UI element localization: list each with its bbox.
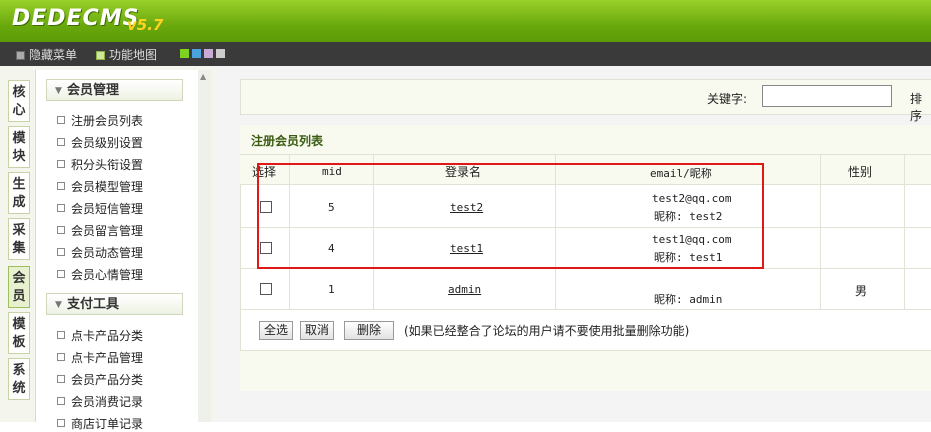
list-title: 注册会员列表 (251, 134, 324, 148)
skin-green-button[interactable] (180, 49, 189, 58)
bullet-icon (57, 182, 65, 190)
highlight-box (257, 163, 764, 269)
group-pay-tools[interactable]: ▼ 支付工具 (46, 293, 183, 315)
nav-item-label: 会员模型管理 (71, 180, 144, 194)
row-checkbox[interactable] (260, 283, 272, 295)
side-tab[interactable]: 会员 (8, 266, 30, 308)
delete-button[interactable]: 删除 (344, 321, 395, 340)
row-login-link[interactable]: admin (448, 283, 481, 296)
nav-item-label: 会员消费记录 (71, 395, 144, 409)
nav-item[interactable]: 会员产品分类 (57, 371, 143, 388)
bullet-icon (57, 397, 65, 405)
nav-item-label: 会员心情管理 (71, 268, 144, 282)
row-gender: 男 (855, 284, 868, 298)
nav-item[interactable]: 会员留言管理 (57, 222, 143, 239)
row-nick: 昵称: admin (654, 293, 723, 306)
nav-item[interactable]: 会员短信管理 (57, 200, 143, 217)
side-tab[interactable]: 模块 (8, 126, 30, 168)
nav-item-label: 商店订单记录 (71, 417, 144, 431)
sort-label: 排序 (910, 92, 923, 123)
bullet-icon (57, 204, 65, 212)
nav-item[interactable]: 会员消费记录 (57, 393, 143, 410)
col-divider (904, 155, 905, 310)
nav-item[interactable]: 注册会员列表 (57, 112, 143, 129)
bullet-icon (57, 353, 65, 361)
nav-item-label: 会员留言管理 (71, 224, 144, 238)
function-map-button[interactable]: 功能地图 (96, 46, 157, 63)
list-title-bar: 注册会员列表 (240, 125, 931, 155)
nav-item-label: 点卡产品管理 (71, 351, 144, 365)
nav-item[interactable]: 会员模型管理 (57, 178, 143, 195)
col-divider (820, 155, 821, 310)
select-all-button[interactable]: 全选 (259, 321, 294, 340)
panel-icon (16, 51, 25, 60)
top-header: DEDECMS v5.7 (0, 0, 931, 42)
col-gender: 性别 (848, 165, 873, 179)
left-menu-panel: ▼ 会员管理 注册会员列表 会员级别设置 积分头衔设置 会员模型管理 会员短信管理 会员留… (35, 70, 198, 431)
chevron-down-icon: ▼ (55, 86, 62, 96)
side-tab[interactable]: 系统 (8, 358, 30, 400)
hide-menu-button[interactable]: 隐藏菜单 (16, 46, 77, 63)
nav-item[interactable]: 点卡产品分类 (57, 327, 143, 344)
side-tab[interactable]: 核心 (8, 80, 30, 122)
list-footer (240, 350, 931, 391)
grid-icon (96, 51, 105, 60)
bullet-icon (57, 419, 65, 427)
bullet-icon (57, 248, 65, 256)
function-map-label: 功能地图 (109, 48, 158, 62)
skin-purple-button[interactable] (204, 49, 213, 58)
skin-gray-button[interactable] (216, 49, 225, 58)
nav-item[interactable]: 会员级别设置 (57, 134, 143, 151)
nav-item-label: 注册会员列表 (71, 114, 144, 128)
nav-item[interactable]: 点卡产品管理 (57, 349, 143, 366)
bullet-icon (57, 331, 65, 339)
nav-item-label: 点卡产品分类 (71, 329, 144, 343)
chevron-down-icon: ▼ (55, 300, 62, 310)
row-mid: 1 (328, 283, 335, 296)
cancel-button[interactable]: 取消 (300, 321, 335, 340)
bullet-icon (57, 226, 65, 234)
keyword-input[interactable] (762, 85, 892, 107)
nav-item[interactable]: 会员动态管理 (57, 244, 143, 261)
nav-item-label: 积分头衔设置 (71, 158, 144, 172)
bullet-icon (57, 116, 65, 124)
side-tab[interactable]: 模板 (8, 312, 30, 354)
bullet-icon (57, 375, 65, 383)
nav-item[interactable]: 会员心情管理 (57, 266, 143, 283)
menu-bar: 隐藏菜单 功能地图 (0, 42, 931, 66)
bullet-icon (57, 270, 65, 278)
group-member-label: 会员管理 (67, 83, 120, 98)
nav-item-label: 会员级别设置 (71, 136, 144, 150)
row-divider (240, 309, 931, 310)
hide-menu-label: 隐藏菜单 (29, 48, 78, 62)
delete-note: (如果已经整合了论坛的用户请不要使用批量删除功能) (404, 324, 690, 338)
nav-item-label: 会员短信管理 (71, 202, 144, 216)
group-pay-label: 支付工具 (67, 297, 120, 312)
dedecms-logo: DEDECMS (12, 6, 140, 31)
keyword-label: 关键字: (707, 92, 748, 106)
nav-item-label: 会员产品分类 (71, 373, 144, 387)
bullet-icon (57, 160, 65, 168)
nav-item[interactable]: 商店订单记录 (57, 415, 143, 432)
left-scrollbar[interactable]: ▲ (198, 70, 211, 422)
nav-item[interactable]: 积分头衔设置 (57, 156, 143, 173)
skin-blue-button[interactable] (192, 49, 201, 58)
side-tab[interactable]: 采集 (8, 218, 30, 260)
group-member-management[interactable]: ▼ 会员管理 (46, 79, 183, 101)
scroll-up-icon[interactable]: ▲ (200, 72, 206, 81)
nav-item-label: 会员动态管理 (71, 246, 144, 260)
side-tab[interactable]: 生成 (8, 172, 30, 214)
version-label: v5.7 (127, 16, 164, 34)
bullet-icon (57, 138, 65, 146)
